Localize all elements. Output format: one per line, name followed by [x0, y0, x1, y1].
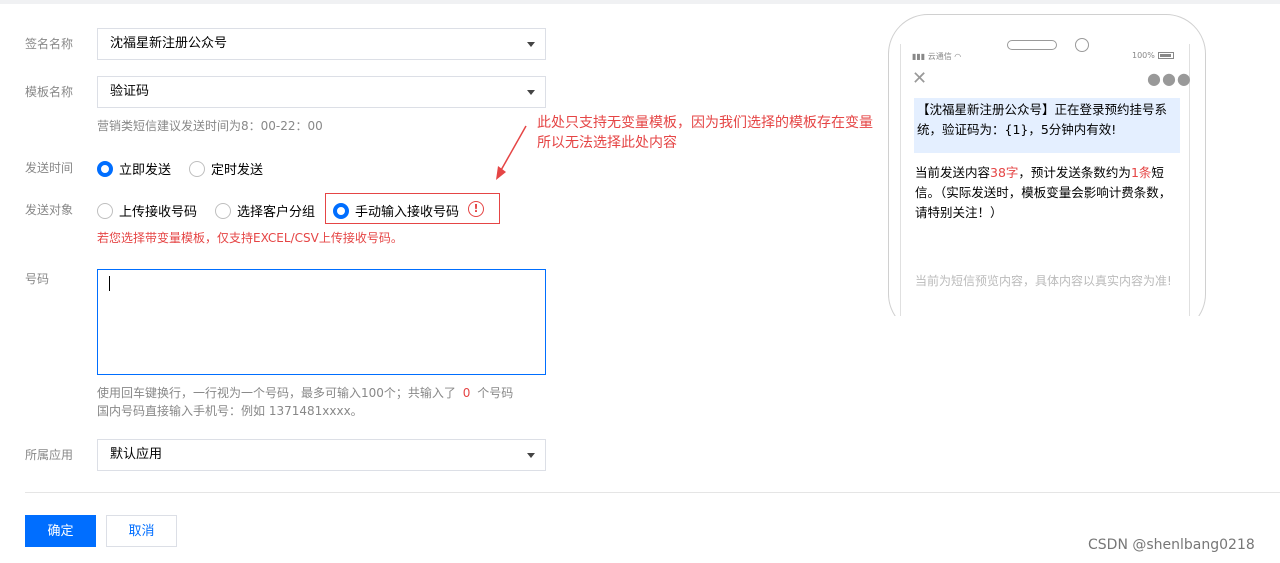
phone-camera: [1075, 38, 1089, 52]
send-time-label: 发送时间: [25, 161, 74, 175]
radio-manual-input[interactable]: 手动输入接收号码: [333, 201, 459, 220]
radio-send-now[interactable]: 立即发送: [97, 159, 171, 178]
numbers-hint-2: 国内号码直接输入手机号：例如 1371481xxxx。: [97, 404, 363, 418]
radio-unchecked-icon: [189, 160, 205, 177]
numbers-hint-suffix: 个号码: [477, 386, 514, 400]
send-target-error: 若您选择带变量模板，仅支持EXCEL/CSV上传接收号码。: [97, 231, 403, 245]
chevron-down-icon: [527, 453, 535, 458]
form-divider: [25, 492, 1280, 493]
signature-label: 签名名称: [25, 37, 74, 51]
radio-select-group[interactable]: 选择客户分组: [215, 201, 315, 220]
close-icon: ✕: [912, 68, 928, 89]
count-prefix: 当前发送内容: [915, 165, 991, 180]
annotation-arrow-icon: [496, 125, 527, 180]
send-target-label: 发送对象: [25, 203, 74, 217]
radio-checked-icon: [97, 160, 113, 177]
radio-manual-input-label: 手动输入接收号码: [355, 205, 460, 220]
radio-checked-icon: [333, 202, 349, 219]
phone-frame-mask: [880, 316, 1220, 356]
count-msgs: 1条: [1130, 165, 1152, 180]
radio-upload-numbers-label: 上传接收号码: [119, 205, 198, 220]
more-icon: ●●●: [1147, 69, 1192, 88]
wifi-icon: ◠: [951, 52, 962, 61]
template-value: 验证码: [110, 84, 150, 99]
numbers-hint-prefix: 使用回车键换行，一行视为一个号码，最多可输入100个；共输入了: [97, 386, 456, 400]
radio-select-group-label: 选择客户分组: [237, 205, 316, 220]
phone-speaker: [1007, 40, 1057, 50]
radio-unchecked-icon: [97, 202, 113, 219]
chevron-down-icon: [527, 42, 535, 47]
confirm-button[interactable]: 确定: [25, 515, 96, 547]
top-divider: [0, 0, 1280, 4]
carrier-name: 云通信: [927, 52, 952, 61]
radio-upload-numbers[interactable]: 上传接收号码: [97, 201, 197, 220]
annotation-line-2: 所以无法选择此处内容: [537, 135, 677, 151]
count-chars: 38字: [990, 165, 1019, 180]
preview-note: 当前为短信预览内容，具体内容以真实内容为准!: [915, 274, 1172, 288]
sms-preview-bubble: 【沈福星新注册公众号】正在登录预约挂号系统，验证码为：{1}，5分钟内有效!: [914, 98, 1180, 153]
app-label: 所属应用: [25, 448, 74, 462]
app-select[interactable]: 默认应用: [97, 439, 546, 471]
chevron-down-icon: [527, 90, 535, 95]
template-hint: 营销类短信建议发送时间为8：00-22：00: [97, 119, 323, 133]
battery-level: 100%: [1132, 51, 1155, 60]
radio-send-scheduled[interactable]: 定时发送: [189, 159, 263, 178]
radio-unchecked-icon: [215, 202, 231, 219]
watermark: CSDN @shenlbang0218: [1088, 537, 1255, 553]
numbers-label: 号码: [25, 272, 50, 286]
count-mid: ，预计发送条数约为: [1018, 165, 1131, 180]
cancel-button[interactable]: 取消: [106, 515, 177, 547]
numbers-hint: 使用回车键换行，一行视为一个号码，最多可输入100个；共输入了 0 个号码: [97, 384, 513, 402]
radio-send-scheduled-label: 定时发送: [211, 163, 264, 178]
text-cursor: [109, 276, 110, 291]
signal-icon: ▮▮▮: [912, 52, 928, 61]
numbers-count: 0: [462, 386, 471, 400]
annotation-line-1: 此处只支持无变量模板，因为我们选择的模板存在变量: [537, 115, 873, 131]
annotation-text: 此处只支持无变量模板，因为我们选择的模板存在变量 所以无法选择此处内容: [537, 113, 889, 153]
template-label: 模板名称: [25, 85, 74, 99]
warning-icon[interactable]: !: [468, 201, 484, 217]
app-value: 默认应用: [110, 447, 163, 462]
signature-value: 沈福星新注册公众号: [110, 36, 228, 51]
radio-send-now-label: 立即发送: [119, 163, 172, 178]
status-bar-carrier: ▮▮▮ 云通信 ◠: [912, 51, 961, 62]
signature-select[interactable]: 沈福星新注册公众号: [97, 28, 546, 60]
sms-count-text: 当前发送内容38字，预计发送条数约为1条短信。（实际发送时，模板变量会影响计费条…: [915, 163, 1177, 223]
template-select[interactable]: 验证码: [97, 76, 546, 108]
status-bar-battery: 100%: [1132, 51, 1174, 60]
battery-icon: [1157, 52, 1174, 59]
numbers-textarea[interactable]: [97, 269, 546, 375]
